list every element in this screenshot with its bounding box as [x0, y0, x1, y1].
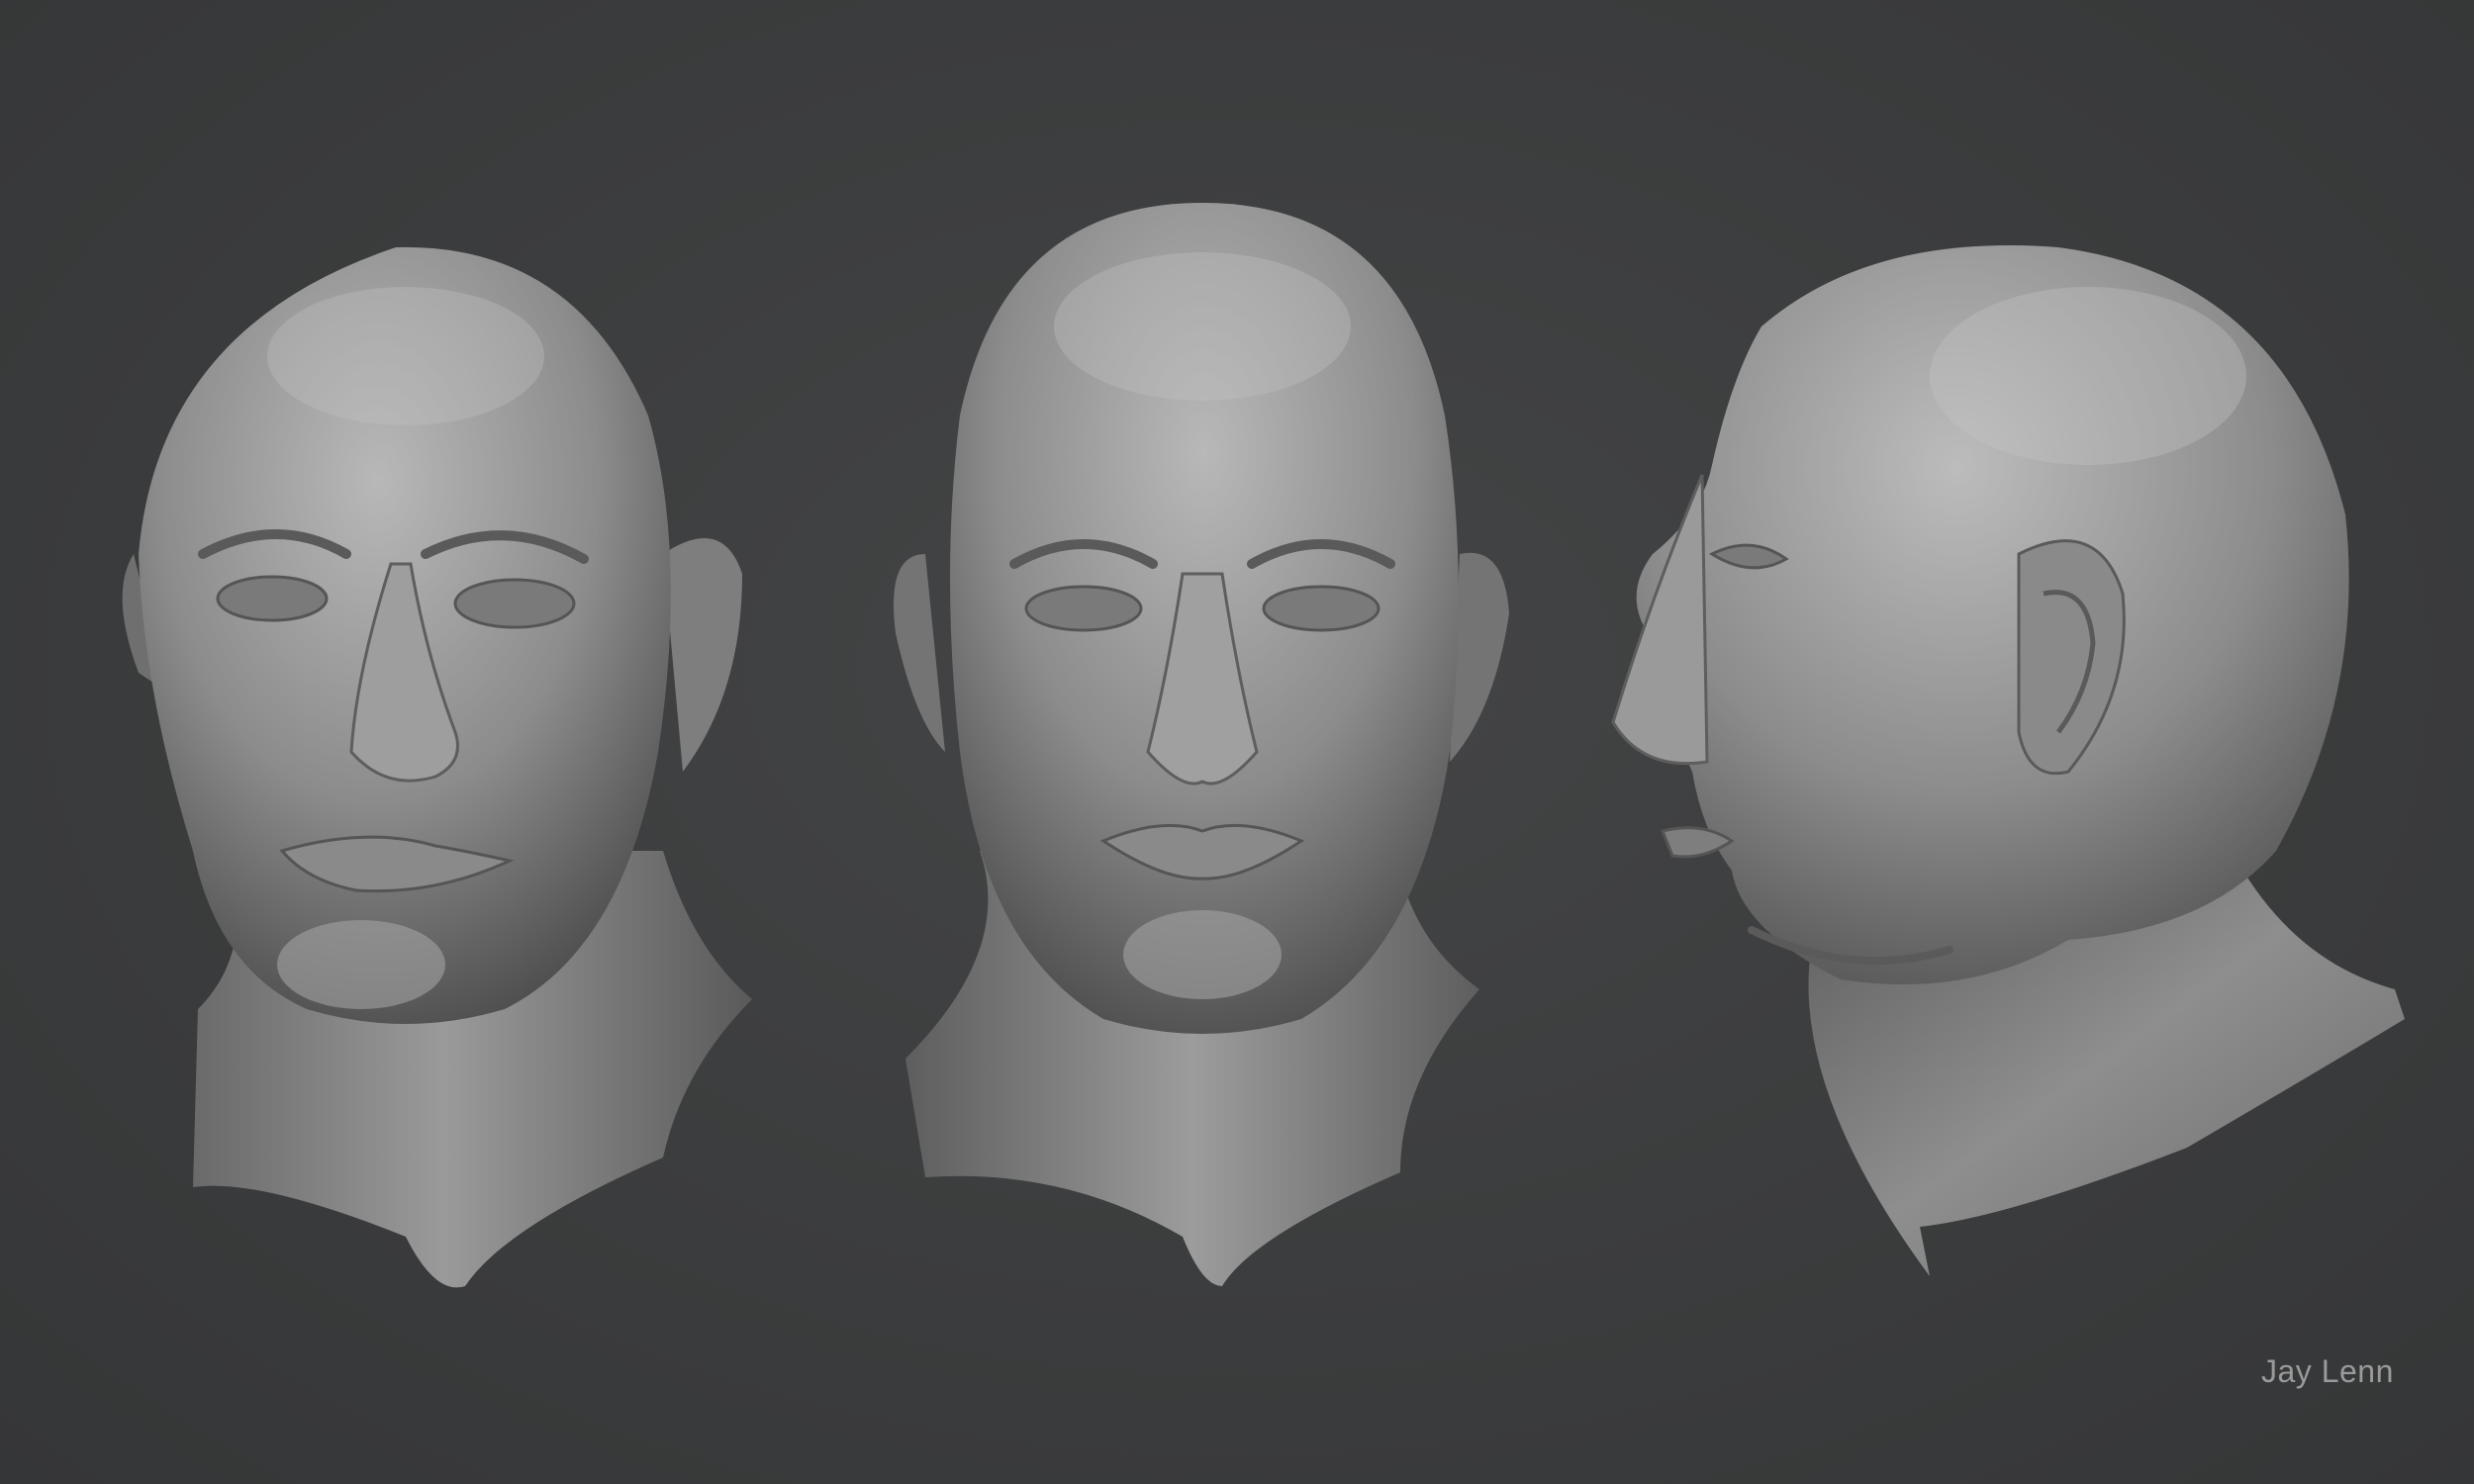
head-sculpt-profile	[1593, 0, 2434, 1316]
nose	[1611, 474, 1709, 766]
ear	[1450, 552, 1509, 762]
head-sculpt-three-quarter	[109, 0, 782, 1316]
head-sculpt-front	[886, 0, 1559, 1316]
eye	[1262, 585, 1380, 632]
ear	[894, 554, 945, 752]
eye	[216, 575, 329, 622]
eye	[453, 578, 576, 629]
render-canvas: Jay Lenn	[0, 0, 2474, 1484]
eye	[1024, 585, 1143, 632]
ear	[663, 538, 742, 772]
artist-signature: Jay Lenn	[2261, 1353, 2394, 1389]
